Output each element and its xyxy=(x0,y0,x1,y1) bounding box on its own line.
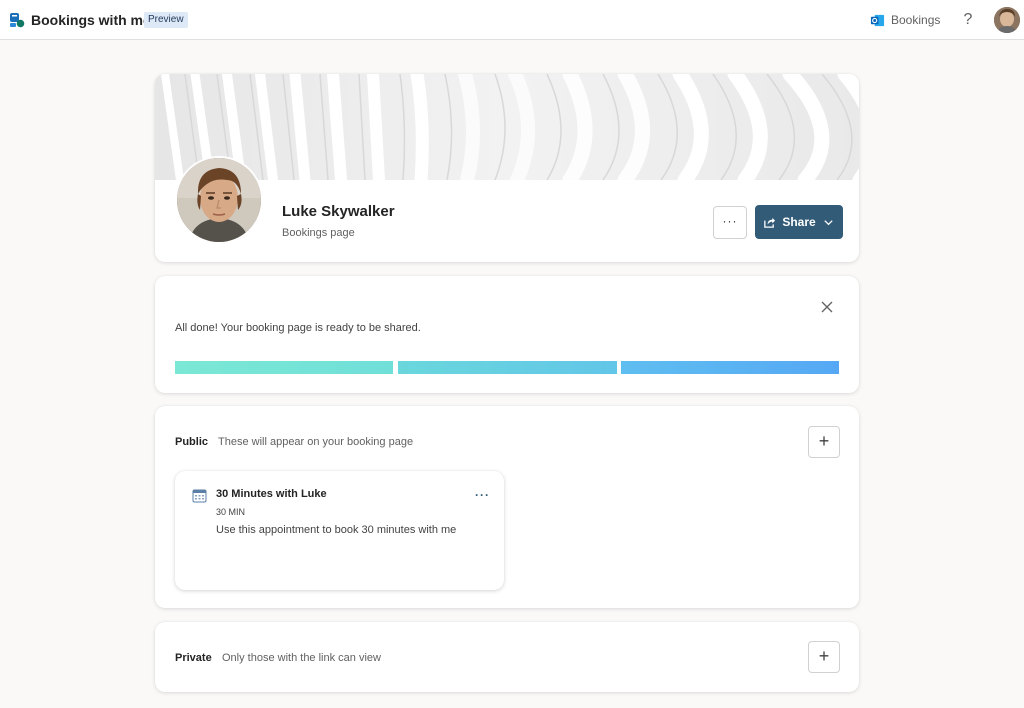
app-title[interactable]: Bookings with me xyxy=(31,12,151,28)
service-card[interactable]: 30 Minutes with Luke 30 MIN Use this app… xyxy=(175,471,504,590)
close-icon[interactable] xyxy=(820,300,834,314)
share-button[interactable]: Share xyxy=(755,205,843,239)
profile-card: Luke Skywalker Bookings page ··· Share xyxy=(155,74,859,262)
private-section-title: Private xyxy=(175,652,212,664)
add-private-service-button[interactable]: + xyxy=(808,641,840,673)
share-icon xyxy=(764,217,776,228)
private-section-description: Only those with the link can view xyxy=(222,652,381,664)
profile-avatar xyxy=(175,156,263,244)
public-services-section: Public These will appear on your booking… xyxy=(155,406,859,608)
add-public-service-button[interactable]: + xyxy=(808,426,840,458)
help-icon[interactable]: ? xyxy=(960,10,976,30)
progress-segment xyxy=(175,361,393,374)
share-button-label: Share xyxy=(782,215,816,229)
private-services-section: Private Only those with the link can vie… xyxy=(155,622,859,692)
service-description: Use this appointment to book 30 minutes … xyxy=(216,524,457,536)
public-section-title: Public xyxy=(175,436,209,448)
profile-banner xyxy=(155,74,859,180)
bookings-link-label: Bookings xyxy=(891,13,941,27)
progress-segment xyxy=(621,361,839,374)
public-section-description: These will appear on your booking page xyxy=(218,436,414,448)
outlook-icon xyxy=(870,14,885,26)
profile-name: Luke Skywalker xyxy=(282,203,395,220)
setup-complete-message: All done! Your booking page is ready to … xyxy=(175,322,421,334)
progress-segment xyxy=(398,361,617,374)
calendar-icon xyxy=(192,489,207,503)
preview-badge: Preview xyxy=(144,12,188,28)
user-avatar[interactable] xyxy=(994,7,1020,33)
bookings-app-icon[interactable] xyxy=(9,12,25,28)
service-duration: 30 MIN xyxy=(216,507,246,517)
service-more-button[interactable]: ··· xyxy=(475,489,490,501)
service-title: 30 Minutes with Luke xyxy=(216,488,327,500)
setup-complete-card: All done! Your booking page is ready to … xyxy=(155,276,859,393)
profile-more-button[interactable]: ··· xyxy=(713,206,747,239)
bookings-link[interactable]: Bookings xyxy=(870,11,940,29)
chevron-down-icon xyxy=(824,219,833,225)
top-bar: Bookings with me Preview Bookings ? xyxy=(0,0,1024,40)
profile-subtitle: Bookings page xyxy=(282,227,355,239)
